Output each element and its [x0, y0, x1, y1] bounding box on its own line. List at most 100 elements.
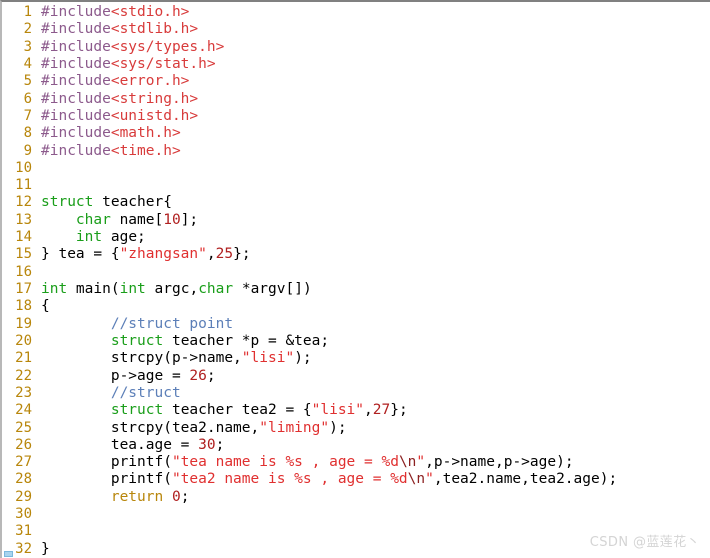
code-line[interactable]: 8 #include<math.h>: [2, 125, 710, 142]
code-line[interactable]: 13 char name[10];: [2, 212, 710, 229]
token-keyword: int: [119, 281, 146, 297]
line-number: 9: [23, 142, 32, 159]
code-line[interactable]: 5 #include<error.h>: [2, 73, 710, 90]
line-content[interactable]: int main(int argc,char *argv[]): [41, 281, 710, 298]
code-line[interactable]: 16: [2, 264, 710, 281]
code-line[interactable]: 17 int main(int argc,char *argv[]): [2, 281, 710, 298]
line-content[interactable]: int age;: [41, 229, 710, 246]
line-content[interactable]: //struct point: [41, 316, 710, 333]
token-plain: };: [390, 402, 408, 419]
line-content[interactable]: struct teacher{: [41, 194, 710, 211]
line-content[interactable]: #include<stdlib.h>: [41, 21, 710, 38]
token-plain: age;: [102, 229, 146, 246]
horizontal-scrollbar-thumb[interactable]: [4, 551, 13, 557]
line-content[interactable]: struct teacher *p = &tea;: [41, 333, 710, 350]
code-line[interactable]: 24 struct teacher tea2 = {"lisi",27};: [2, 402, 710, 419]
code-line[interactable]: 30: [2, 506, 710, 523]
token-header: <stdlib.h>: [110, 21, 199, 38]
line-content[interactable]: struct teacher tea2 = {"lisi",27};: [41, 402, 710, 419]
code-line[interactable]: 6 #include<string.h>: [2, 91, 710, 108]
token-keyword: char: [75, 211, 111, 228]
line-content[interactable]: #include<sys/types.h>: [41, 39, 710, 56]
code-line[interactable]: 14 int age;: [2, 229, 710, 246]
line-content[interactable]: #include<time.h>: [41, 143, 710, 160]
line-number: 2: [23, 21, 32, 38]
line-content[interactable]: #include<math.h>: [41, 125, 710, 142]
token-plain: {: [41, 298, 50, 315]
token-number: 30: [198, 436, 216, 453]
line-content[interactable]: char name[10];: [41, 212, 710, 229]
token-control: return: [110, 488, 164, 505]
token-string: "lisi": [311, 402, 365, 419]
line-content[interactable]: strcpy(p->name,"lisi");: [41, 350, 710, 367]
line-number: 16: [15, 263, 32, 280]
line-content[interactable]: #include<string.h>: [41, 91, 710, 108]
line-content[interactable]: p->age = 26;: [41, 368, 710, 385]
token-preproc: #include: [41, 125, 111, 142]
line-content[interactable]: printf("tea name is %s , age = %d\n",p->…: [41, 454, 710, 471]
code-line[interactable]: 22 p->age = 26;: [2, 368, 710, 385]
code-line[interactable]: 23 //struct: [2, 385, 710, 402]
code-line[interactable]: 1 #include<stdio.h>: [2, 4, 710, 21]
line-number: 29: [15, 488, 32, 505]
code-lines-container[interactable]: 1 #include<stdio.h> 2 #include<stdlib.h> 3 #i…: [2, 2, 710, 558]
token-comment: //struct: [110, 384, 181, 401]
token-number: 0: [171, 488, 181, 505]
line-number: 18: [15, 298, 32, 315]
token-keyword: char: [198, 281, 234, 297]
code-line[interactable]: 18 {: [2, 298, 710, 315]
code-line[interactable]: 27 printf("tea name is %s , age = %d\n",…: [2, 454, 710, 471]
token-string: ": [416, 454, 426, 471]
code-line[interactable]: 25 strcpy(tea2.name,"liming");: [2, 420, 710, 437]
line-content[interactable]: #include<sys/stat.h>: [41, 56, 710, 73]
token-preproc: #include: [41, 73, 111, 90]
token-plain: teacher *p = &tea;: [163, 332, 330, 349]
line-content[interactable]: //struct: [41, 385, 710, 402]
line-number: 27: [15, 454, 32, 471]
token-comment: //struct point: [110, 315, 234, 332]
token-plain: };: [233, 246, 251, 263]
line-number: 6: [23, 90, 32, 107]
line-content[interactable]: #include<stdio.h>: [41, 4, 710, 21]
line-content[interactable]: #include<unistd.h>: [41, 108, 710, 125]
line-number: 28: [15, 471, 32, 488]
code-line[interactable]: 10: [2, 160, 710, 177]
code-line[interactable]: 11: [2, 177, 710, 194]
code-line[interactable]: 3 #include<sys/types.h>: [2, 39, 710, 56]
token-plain: );: [329, 419, 347, 436]
code-line[interactable]: 29 return 0;: [2, 489, 710, 506]
line-content[interactable]: } tea = {"zhangsan",25};: [41, 246, 710, 263]
code-line[interactable]: 20 struct teacher *p = &tea;: [2, 333, 710, 350]
line-number: 26: [15, 436, 32, 453]
code-line[interactable]: 26 tea.age = 30;: [2, 437, 710, 454]
code-editor[interactable]: 1 #include<stdio.h> 2 #include<stdlib.h> 3 #i…: [0, 0, 710, 558]
line-content[interactable]: return 0;: [41, 489, 710, 506]
code-line[interactable]: 19 //struct point: [2, 316, 710, 333]
line-number: 4: [23, 55, 32, 72]
token-plain: strcpy(p->name,: [41, 350, 242, 367]
line-content[interactable]: strcpy(tea2.name,"liming");: [41, 420, 710, 437]
line-content[interactable]: {: [41, 298, 710, 315]
code-line[interactable]: 4 #include<sys/stat.h>: [2, 56, 710, 73]
line-content[interactable]: printf("tea2 name is %s , age = %d\n",te…: [41, 471, 710, 488]
code-line[interactable]: 28 printf("tea2 name is %s , age = %d\n"…: [2, 471, 710, 488]
code-line[interactable]: 7 #include<unistd.h>: [2, 108, 710, 125]
code-line[interactable]: 12 struct teacher{: [2, 194, 710, 211]
token-preproc: #include: [41, 142, 111, 159]
token-header: <stdio.h>: [110, 4, 190, 20]
token-preproc: #include: [41, 55, 111, 72]
code-line[interactable]: 9 #include<time.h>: [2, 143, 710, 160]
code-line[interactable]: 21 strcpy(p->name,"lisi");: [2, 350, 710, 367]
token-plain: printf(: [41, 454, 172, 471]
token-header: <sys/types.h>: [110, 38, 225, 55]
line-content[interactable]: #include<error.h>: [41, 73, 710, 90]
token-header: <error.h>: [110, 73, 190, 90]
token-string: "liming": [259, 419, 330, 436]
code-line[interactable]: 15} tea = {"zhangsan",25};: [2, 246, 710, 263]
token-plain: teacher tea2 = {: [163, 402, 312, 419]
code-line[interactable]: 2 #include<stdlib.h>: [2, 21, 710, 38]
line-number: 3: [23, 38, 32, 55]
line-content[interactable]: tea.age = 30;: [41, 437, 710, 454]
token-keyword: int: [75, 229, 103, 246]
